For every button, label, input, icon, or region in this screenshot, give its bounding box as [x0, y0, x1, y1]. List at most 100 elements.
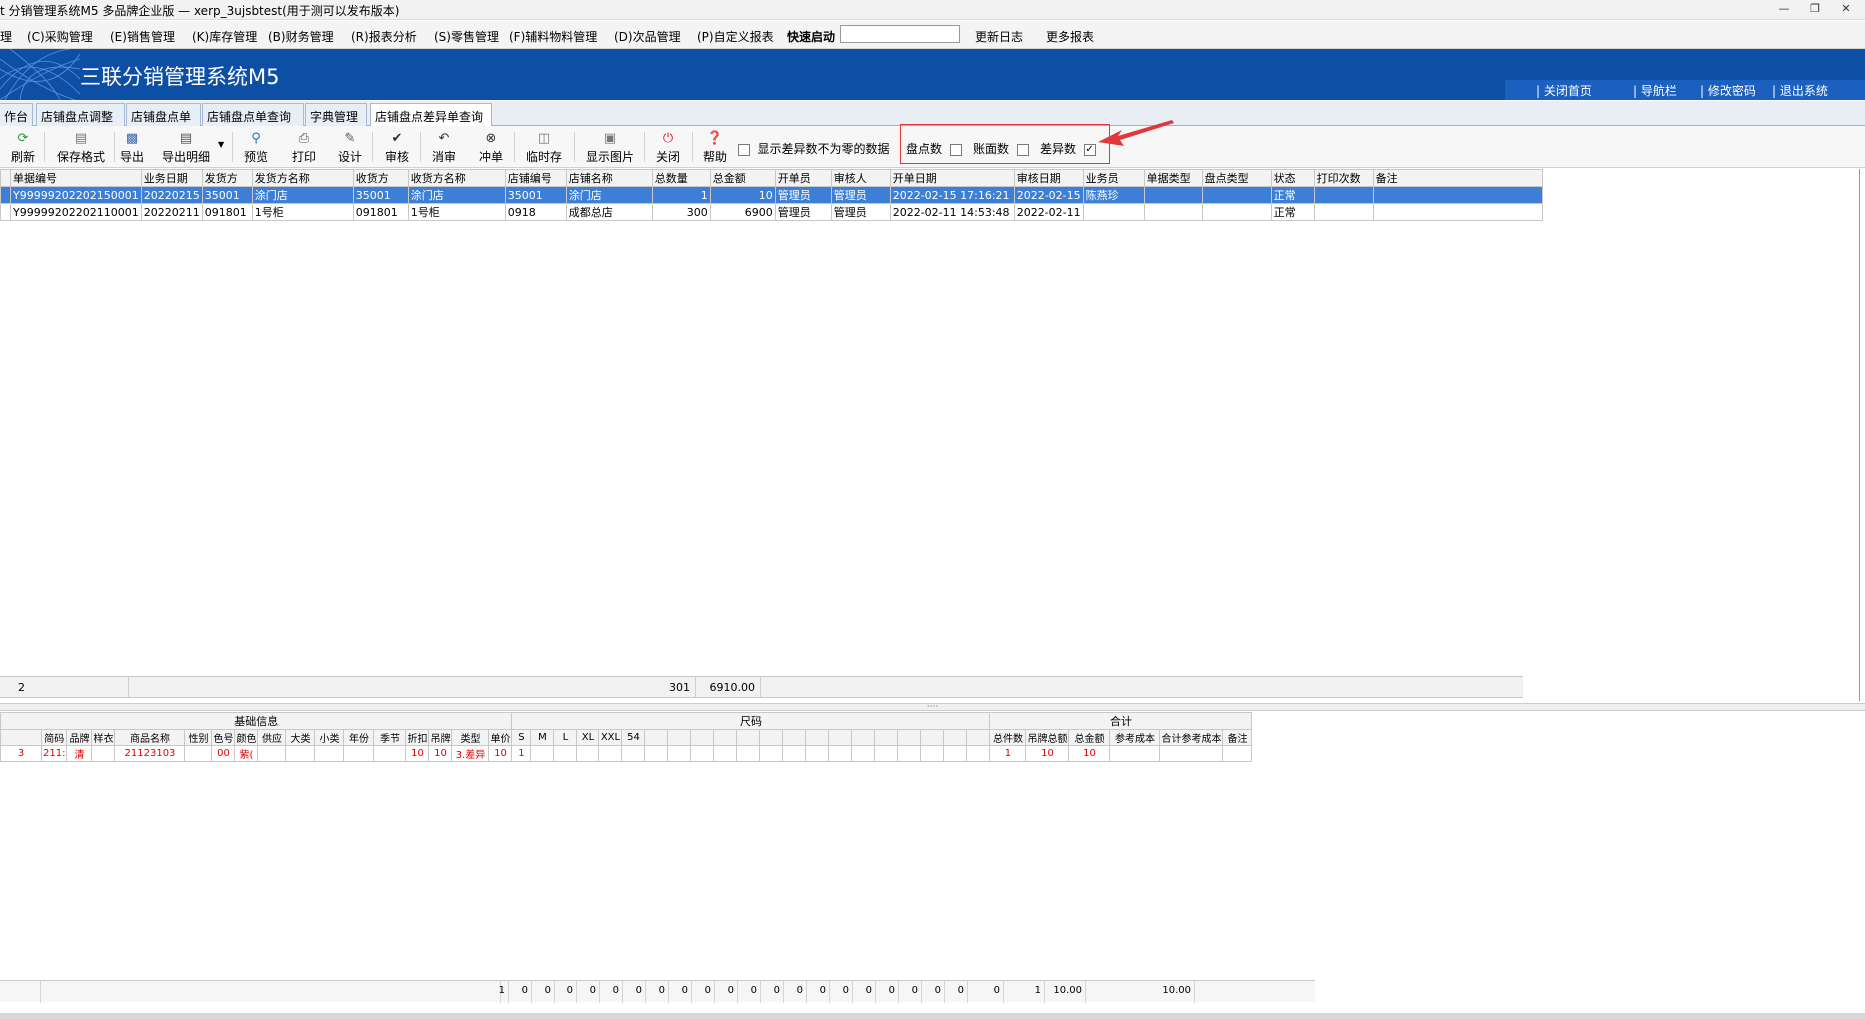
detail-cell[interactable] [943, 745, 968, 762]
detail-column-header[interactable]: 54 [621, 729, 646, 746]
detail-cell[interactable] [897, 745, 922, 762]
cell-count-type[interactable] [1201, 186, 1272, 204]
cell-status[interactable]: 正常 [1270, 186, 1315, 204]
temp-save-button[interactable]: ◫ 临时存 [524, 130, 564, 166]
table-row[interactable]: Y99999202202110001 20220211 091801 1号柜 0… [0, 203, 1543, 221]
print-button[interactable]: ⎙ 打印 [290, 130, 318, 166]
column-header[interactable]: 总金额 [709, 169, 776, 187]
show-nonzero-checkbox[interactable] [738, 144, 750, 156]
column-header[interactable]: 业务日期 [140, 169, 203, 187]
detail-cell[interactable] [644, 745, 669, 762]
cell-doc-no[interactable]: Y99999202202110001 [10, 203, 142, 221]
detail-cell[interactable] [553, 745, 578, 762]
detail-cell[interactable] [690, 745, 715, 762]
detail-cell[interactable]: 21123103 [114, 745, 186, 762]
menu-item-custom-reports[interactable]: (P)自定义报表 [697, 28, 774, 45]
column-header[interactable]: 盘点类型 [1201, 169, 1272, 187]
detail-column-header[interactable]: 年份 [343, 729, 375, 746]
menu-item-inventory[interactable]: (K)库存管理 [192, 28, 257, 45]
detail-column-header[interactable]: 颜色 [234, 729, 259, 746]
column-header[interactable]: 审核人 [830, 169, 891, 187]
cell-sender-name[interactable]: 涂门店 [251, 186, 354, 204]
detail-cell[interactable]: 10 [428, 745, 453, 762]
detail-cell[interactable]: 清 [66, 745, 93, 762]
column-header[interactable]: 审核日期 [1013, 169, 1084, 187]
menu-item-defects[interactable]: (D)次品管理 [614, 28, 681, 45]
column-header[interactable]: 店铺编号 [504, 169, 567, 187]
column-header[interactable]: 收货方名称 [407, 169, 506, 187]
close-button[interactable]: ⏻ 关闭 [654, 130, 682, 166]
restore-icon[interactable]: ❐ [1806, 2, 1824, 16]
cell-receiver-name[interactable]: 涂门店 [407, 186, 506, 204]
detail-cell[interactable] [285, 745, 316, 762]
preview-button[interactable]: ⚲ 预览 [242, 130, 270, 166]
detail-column-header[interactable]: 折扣 [405, 729, 430, 746]
detail-cell[interactable]: 10 [1025, 745, 1070, 762]
cell-doc-type[interactable] [1143, 186, 1203, 204]
detail-column-header[interactable]: 总件数 [989, 729, 1027, 746]
column-header[interactable]: 状态 [1270, 169, 1315, 187]
detail-column-header[interactable] [897, 729, 922, 746]
cell-print-count[interactable] [1313, 186, 1374, 204]
detail-column-header[interactable]: 样衣 [91, 729, 116, 746]
tab-stocktake-query[interactable]: 店铺盘点单查询 [202, 103, 304, 126]
column-header[interactable]: 收货方 [352, 169, 409, 187]
save-format-button[interactable]: ▤ 保存格式 [54, 130, 108, 166]
refresh-button[interactable]: ⟳ 刷新 [8, 130, 38, 166]
column-header[interactable]: 店铺名称 [565, 169, 653, 187]
detail-cell[interactable] [759, 745, 784, 762]
detail-column-header[interactable]: 大类 [285, 729, 316, 746]
cell-receiver-name[interactable]: 1号柜 [407, 203, 506, 221]
tab-store-stock-adjust[interactable]: 店铺盘点调整 [36, 103, 125, 126]
close-home-link[interactable]: | 关闭首页 [1536, 82, 1592, 99]
detail-cell[interactable]: 1 [989, 745, 1027, 762]
cell-total-qty[interactable]: 1 [651, 186, 711, 204]
detail-column-header[interactable]: XXL [598, 729, 623, 746]
detail-cell[interactable]: 3.差异 [451, 745, 490, 762]
column-header[interactable]: 发货方名称 [251, 169, 354, 187]
menu-item-reports[interactable]: (R)报表分析 [351, 28, 417, 45]
detail-cell[interactable] [828, 745, 853, 762]
detail-column-header[interactable]: 季节 [373, 729, 407, 746]
detail-column-header[interactable]: S [511, 729, 532, 746]
detail-cell[interactable] [1222, 745, 1253, 762]
cell-sender-name[interactable]: 1号柜 [251, 203, 354, 221]
detail-cell[interactable]: 10 [405, 745, 430, 762]
cell-creator[interactable]: 管理员 [774, 186, 832, 204]
detail-column-header[interactable]: L [553, 729, 578, 746]
tab-store-stocktake[interactable]: 店铺盘点单 [126, 103, 201, 126]
menu-item-purchase[interactable]: (C)采购管理 [27, 28, 93, 45]
detail-column-header[interactable] [667, 729, 692, 746]
tab-dictionary[interactable]: 字典管理 [305, 103, 367, 126]
cell-create-date[interactable]: 2022-02-11 14:53:48 [889, 203, 1015, 221]
detail-column-header[interactable] [828, 729, 853, 746]
menu-item-sales[interactable]: (E)销售管理 [110, 28, 175, 45]
cell-doc-no[interactable]: Y99999202202150001 [10, 186, 142, 204]
detail-cell[interactable] [966, 745, 991, 762]
detail-column-header[interactable]: 合计参考成本 [1159, 729, 1224, 746]
cell-receiver[interactable]: 35001 [352, 186, 409, 204]
detail-cell[interactable] [1109, 745, 1161, 762]
detail-cell[interactable] [598, 745, 623, 762]
detail-cell[interactable] [920, 745, 945, 762]
cell-approver[interactable]: 管理员 [830, 203, 891, 221]
cell-biz-date[interactable]: 20220211 [140, 203, 203, 221]
column-header[interactable]: 开单日期 [889, 169, 1015, 187]
detail-cell[interactable] [851, 745, 876, 762]
menu-item-partial[interactable]: 理 [0, 28, 12, 45]
detail-column-header[interactable] [805, 729, 830, 746]
cell-receiver[interactable]: 091801 [352, 203, 409, 221]
unapprove-button[interactable]: ↶ 消审 [430, 130, 458, 166]
change-password-link[interactable]: | 修改密码 [1700, 82, 1756, 99]
cell-approve-date[interactable]: 2022-02-15 [1013, 186, 1084, 204]
detail-cell[interactable]: 紫( [234, 745, 259, 762]
exit-system-link[interactable]: | 退出系统 [1772, 82, 1828, 99]
cell-store-name[interactable]: 成都总店 [565, 203, 653, 221]
detail-cell[interactable] [736, 745, 761, 762]
cell-total-amount[interactable]: 6900 [709, 203, 776, 221]
cell-count-type[interactable] [1201, 203, 1272, 221]
column-header[interactable]: 打印次数 [1313, 169, 1374, 187]
export-button[interactable]: ▩ 导出 [118, 130, 146, 166]
show-picture-button[interactable]: ▣ 显示图片 [584, 130, 636, 166]
detail-column-header[interactable]: M [530, 729, 555, 746]
